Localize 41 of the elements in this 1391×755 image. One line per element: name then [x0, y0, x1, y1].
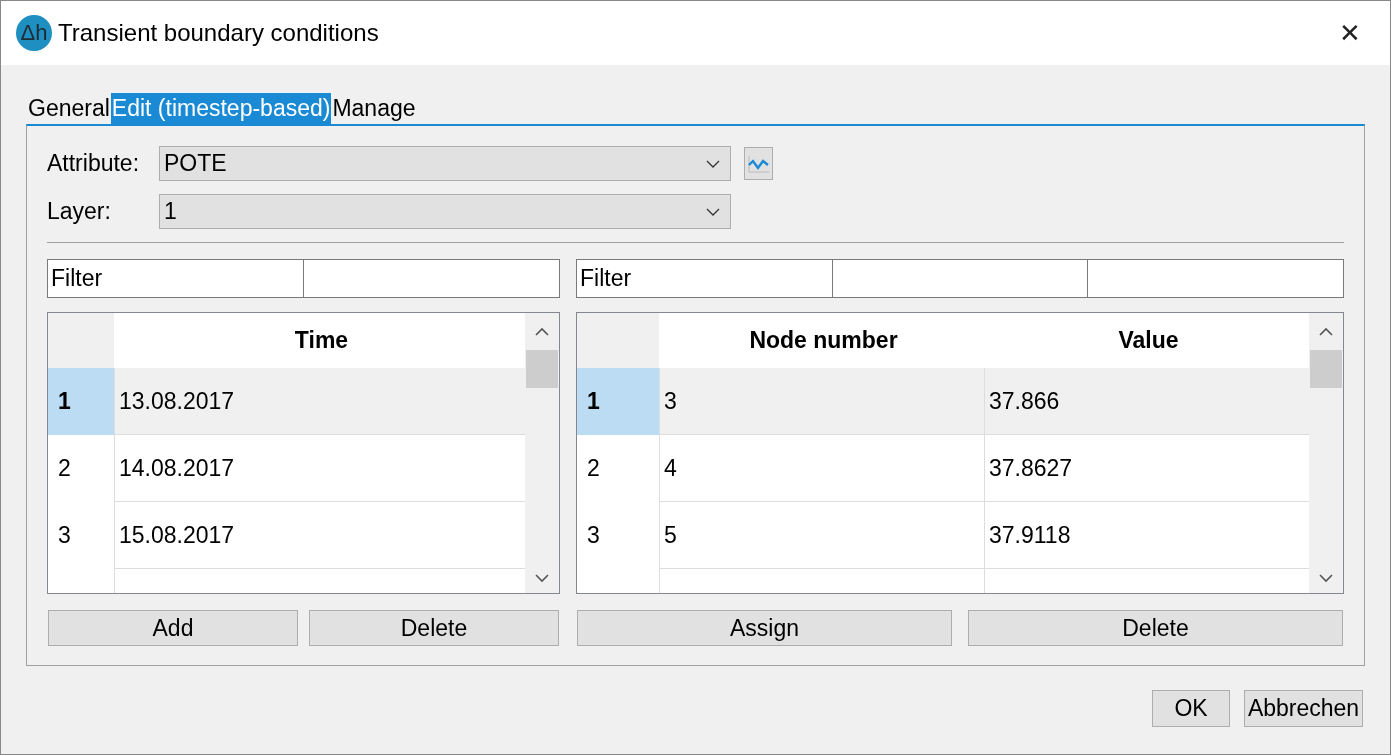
action-button[interactable]: Assign	[577, 610, 952, 646]
caret-icon	[706, 159, 720, 168]
table-cell: 37.866	[984, 368, 1309, 435]
attribute-dropdown[interactable]: POTE	[159, 146, 731, 181]
scroll-down-icon[interactable]	[1319, 574, 1333, 583]
filter-field[interactable]	[831, 259, 1089, 298]
tab[interactable]: Edit (timestep-based)	[110, 93, 332, 124]
column-header[interactable]: Node number	[659, 313, 984, 368]
row-header[interactable]: 1	[577, 368, 659, 435]
table-cell: 3	[659, 368, 984, 435]
field-label: Attribute:	[47, 150, 141, 177]
filter-field[interactable]	[303, 259, 560, 298]
field-label: Layer:	[47, 198, 112, 225]
column-header[interactable]: Time	[114, 313, 525, 368]
layer-dropdown[interactable]: 1	[159, 194, 731, 229]
scrollbar-thumb[interactable]	[1310, 350, 1342, 388]
chart-button[interactable]	[744, 147, 773, 180]
dialog-button[interactable]: Abbrechen	[1244, 690, 1363, 727]
scroll-up-icon[interactable]	[535, 327, 549, 336]
action-button[interactable]: Delete	[968, 610, 1343, 646]
row-header[interactable]: 1	[48, 368, 114, 435]
filter-field[interactable]	[1087, 259, 1344, 298]
line-chart-icon	[746, 153, 771, 174]
table-cell: 13.08.2017	[114, 368, 525, 435]
window-title: Transient boundary conditions	[58, 19, 379, 47]
scroll-down-icon[interactable]	[535, 574, 549, 583]
dialog-button[interactable]: OK	[1152, 690, 1230, 727]
scrollbar-thumb[interactable]	[526, 350, 558, 388]
table-cell: 5	[659, 502, 984, 569]
app-logo: Δh	[16, 15, 52, 51]
column-header[interactable]: Value	[984, 313, 1309, 368]
close-button[interactable]: ✕	[1318, 1, 1382, 65]
filter-field[interactable]: Filter	[47, 259, 304, 298]
caret-icon	[706, 207, 720, 216]
action-button[interactable]: Add	[48, 610, 298, 646]
table-cell: 4	[659, 435, 984, 502]
tab[interactable]: General	[27, 93, 111, 124]
filter-field[interactable]: Filter	[576, 259, 833, 298]
tab[interactable]: Manage	[331, 93, 417, 124]
scroll-up-icon[interactable]	[1319, 327, 1333, 336]
action-button[interactable]: Delete	[309, 610, 559, 646]
